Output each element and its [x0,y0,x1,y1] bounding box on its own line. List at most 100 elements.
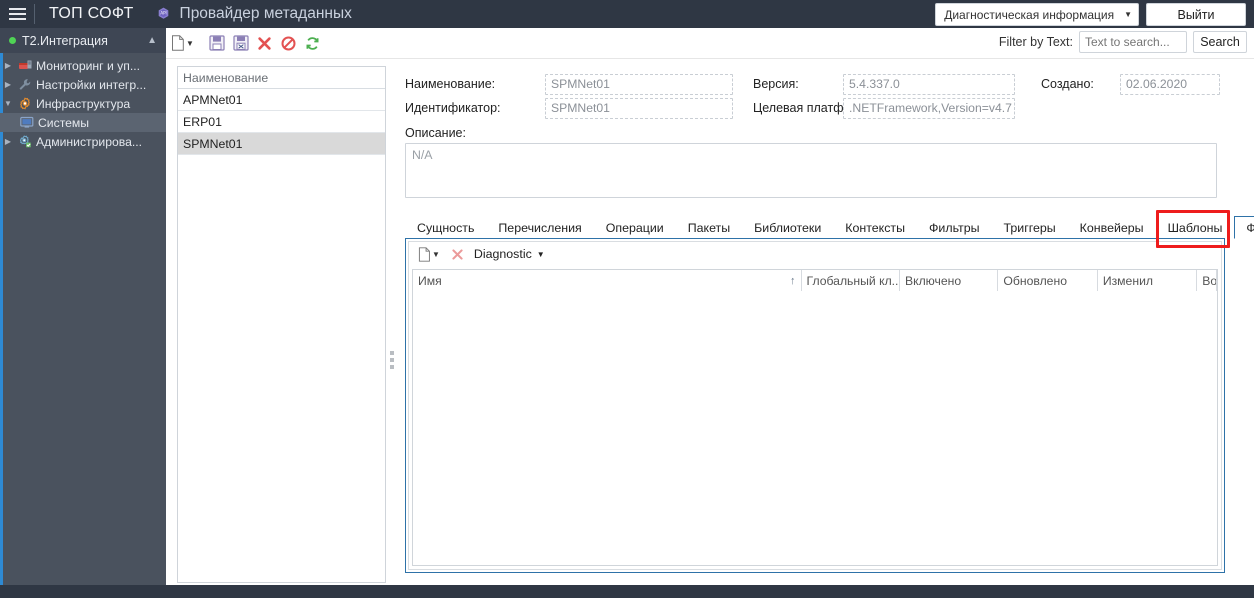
tab-panel-functions: ▼ Diagnostic ▼ Имя ↑ Глобальный кл... Вк… [405,238,1225,573]
description-label: Описание: [405,126,466,140]
list-item[interactable]: SPMNet01 [178,133,385,155]
footer-bar [0,585,1254,598]
diagnostic-info-dropdown[interactable]: Диагностическая информация ▼ [935,3,1139,26]
filter-label: Filter by Text: [998,35,1073,49]
top-bar: ТОП СОФТ API Провайдер метаданных Диагно… [0,0,1254,28]
diagnostic-info-label: Диагностическая информация [944,7,1115,22]
description-field[interactable]: N/A [405,143,1217,198]
grid-column-label: Имя [418,273,442,288]
filter-bar: Filter by Text: Search [999,31,1247,53]
status-dot-icon [9,37,16,44]
tab-pipelines[interactable]: Конвейеры [1068,216,1156,239]
functions-grid: Имя ↑ Глобальный кл... Включено Обновлен… [412,269,1218,566]
sidebar-item-infrastructure[interactable]: ▼ Инфраструктура [0,94,166,113]
chevron-down-icon[interactable]: ▼ [432,250,440,259]
collapse-arrow-icon[interactable]: ▼ [0,99,16,108]
tab-entity[interactable]: Сущность [405,216,486,239]
grid-column-global-key[interactable]: Глобальный кл... [802,270,900,291]
sort-ascending-icon: ↑ [790,274,796,287]
sidebar-item-label: Системы [38,115,90,130]
tab-enumerations[interactable]: Перечисления [486,216,593,239]
diagnostic-menu-button[interactable]: Diagnostic ▼ [470,247,549,261]
list-column-header[interactable]: Наименование [178,67,385,89]
tab-contexts[interactable]: Контексты [833,216,917,239]
created-field[interactable]: 02.06.2020 [1120,73,1220,95]
list-item[interactable]: ERP01 [178,111,385,133]
tab-libraries[interactable]: Библиотеки [742,216,833,239]
form-row-1: Наименование: SPMNet01 Версия: 5.4.337.0… [405,72,1245,96]
wrench-icon [16,77,33,92]
grid-column-enabled[interactable]: Включено [900,270,999,291]
platform-label: Целевая платформа: [753,101,877,115]
tab-operations[interactable]: Операции [594,216,676,239]
grid-column-name[interactable]: Имя ↑ [413,270,802,291]
monitoring-icon [16,58,33,73]
tab-filters[interactable]: Фильтры [917,216,992,239]
cancel-icon[interactable] [277,30,301,56]
splitter-grip-icon [390,351,394,369]
chevron-down-icon[interactable]: ▼ [186,39,194,48]
grid-header-row: Имя ↑ Глобальный кл... Включено Обновлен… [413,270,1217,292]
sidebar-item-label: Администрирова... [36,134,143,149]
sidebar-item-integration-settings[interactable]: ▶ Настройки интегр... [0,75,166,94]
panel-inner-frame: ▼ Diagnostic ▼ Имя ↑ Глобальный кл... Вк… [408,241,1222,570]
svg-text:API: API [160,10,166,15]
chevron-down-icon: ▼ [536,249,545,259]
tab-triggers[interactable]: Триггеры [992,216,1068,239]
grid-column-modified-by[interactable]: Изменил [1098,270,1198,291]
details-form: Наименование: SPMNet01 Версия: 5.4.337.0… [405,72,1245,198]
sidebar-group-header[interactable]: T2.Интеграция ▲ [0,28,166,53]
hamburger-menu-icon[interactable] [0,0,34,28]
search-input[interactable] [1079,31,1187,53]
system-icon [18,115,35,130]
grid-body [413,291,1217,565]
panel-splitter[interactable] [385,66,399,581]
search-button[interactable]: Search [1193,31,1247,53]
panel-toolbar: ▼ Diagnostic ▼ [409,242,1221,266]
chevron-down-icon: ▼ [1124,10,1132,19]
admin-icon [16,134,33,149]
sidebar-item-systems[interactable]: Системы [0,113,166,132]
refresh-icon[interactable] [301,30,325,56]
expand-arrow-icon[interactable]: ▶ [0,80,16,89]
application-window: ТОП СОФТ API Провайдер метаданных Диагно… [0,0,1254,598]
sidebar: T2.Интеграция ▲ ▶ Мониторинг и уп... ▶ Н… [0,28,166,585]
save-as-icon[interactable] [229,30,253,56]
platform-field[interactable]: .NETFramework,Version=v4.7 [843,97,1015,119]
name-field[interactable]: SPMNet01 [545,73,733,95]
sidebar-item-label: Настройки интегр... [36,77,147,92]
main-content: ▼ Filter by Text: Text to search... Sear… [166,28,1254,585]
save-icon[interactable] [205,30,229,56]
created-label: Создано: [1041,77,1094,91]
logout-button[interactable]: Выйти [1146,3,1246,26]
logout-label: Выйти [1177,7,1215,22]
api-badge-icon: API [156,7,171,22]
gear-icon [16,96,33,111]
tab-section: Сущность Перечисления Операции Пакеты Би… [405,210,1254,573]
tab-packages[interactable]: Пакеты [676,216,742,239]
sidebar-items: ▶ Мониторинг и уп... ▶ Настройки интегр.… [0,53,166,151]
expand-arrow-icon[interactable]: ▶ [0,61,16,70]
version-field[interactable]: 5.4.337.0 [843,73,1015,95]
form-row-2: Идентификатор: SPMNet01 Целевая платформ… [405,96,1245,120]
systems-list-panel: Наименование APMNet01 ERP01 SPMNet01 [177,66,386,583]
tab-functions[interactable]: Функции [1234,216,1254,239]
list-item[interactable]: APMNet01 [178,89,385,111]
grid-column-updated[interactable]: Обновлено [998,270,1098,291]
sidebar-item-administration[interactable]: ▶ Администрирова... [0,132,166,151]
brand-label: ТОП СОФТ [49,5,134,22]
sidebar-item-label: Инфраструктура [36,96,131,111]
version-label: Версия: [753,77,799,91]
delete-x-icon[interactable] [446,243,470,265]
sidebar-group-label: T2.Интеграция [22,33,108,48]
sidebar-item-label: Мониторинг и уп... [36,58,141,73]
main-toolbar: ▼ Filter by Text: Text to search... Sear… [166,28,1254,59]
identifier-label: Идентификатор: [405,101,501,115]
delete-icon[interactable] [253,30,277,56]
expand-arrow-icon[interactable]: ▶ [0,137,16,146]
tab-templates[interactable]: Шаблоны [1156,216,1235,239]
grid-column-extra[interactable]: Во [1197,270,1217,291]
identifier-field[interactable]: SPMNet01 [545,97,733,119]
sidebar-item-monitoring[interactable]: ▶ Мониторинг и уп... [0,56,166,75]
chevron-up-icon[interactable]: ▲ [147,35,157,46]
